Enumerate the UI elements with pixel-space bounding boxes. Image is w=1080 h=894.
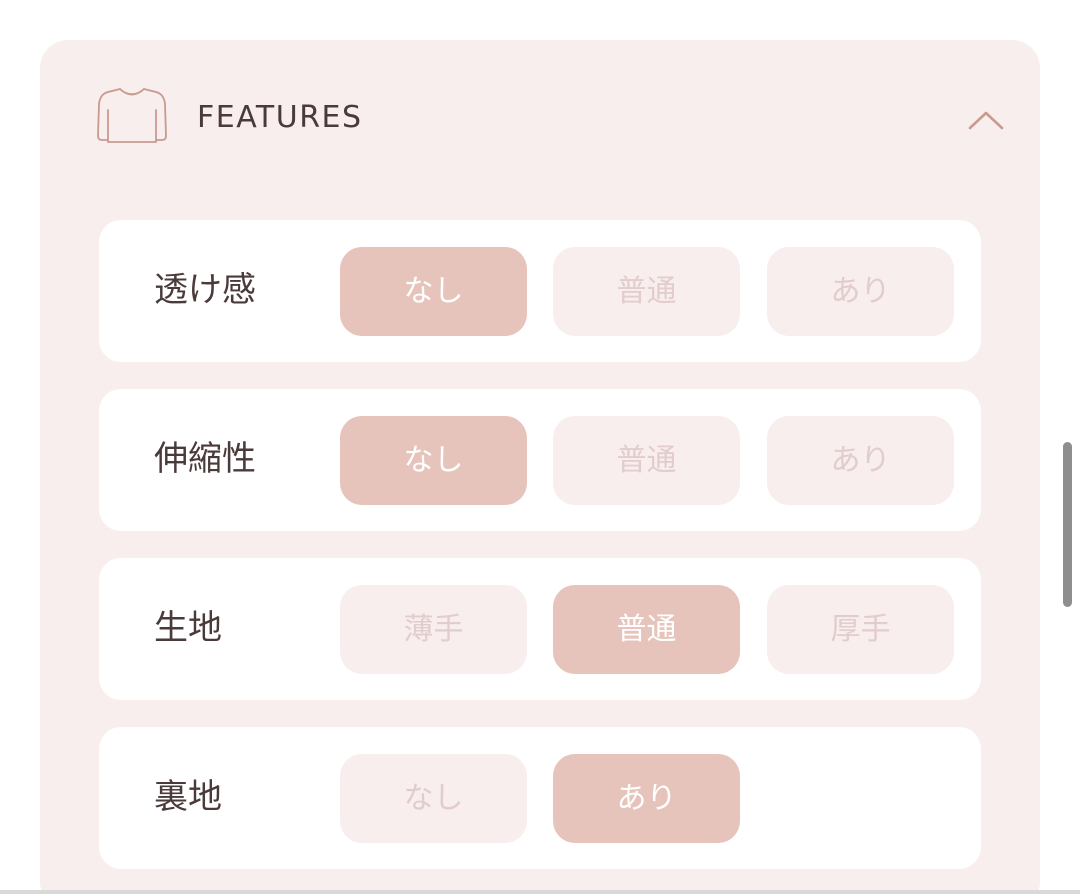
option-button[interactable]: なし xyxy=(340,416,527,505)
option-button[interactable]: 薄手 xyxy=(340,585,527,674)
row-label: 伸縮性 xyxy=(154,439,256,479)
feature-row-stretch: 伸縮性 なし 普通 あり xyxy=(99,389,981,531)
row-label: 透け感 xyxy=(154,270,256,310)
features-header[interactable]: FEATURES xyxy=(40,40,1040,210)
option-button[interactable]: なし xyxy=(340,754,527,843)
option-button[interactable]: あり xyxy=(767,416,954,505)
page: FEATURES 透け感 なし 普通 あり 伸縮性 なし 普通 あり 生地 薄手… xyxy=(0,0,1080,894)
option-button[interactable]: あり xyxy=(767,247,954,336)
option-button[interactable]: 普通 xyxy=(553,416,740,505)
option-button[interactable]: 普通 xyxy=(553,585,740,674)
feature-row-transparency: 透け感 なし 普通 あり xyxy=(99,220,981,362)
sweater-icon xyxy=(97,88,167,143)
feature-row-fabric: 生地 薄手 普通 厚手 xyxy=(99,558,981,700)
features-card: FEATURES 透け感 なし 普通 あり 伸縮性 なし 普通 あり 生地 薄手… xyxy=(40,40,1040,894)
chevron-up-icon[interactable] xyxy=(964,102,1008,138)
row-label: 裏地 xyxy=(154,777,222,817)
option-button[interactable]: あり xyxy=(553,754,740,843)
option-button[interactable]: なし xyxy=(340,247,527,336)
divider xyxy=(0,890,1080,894)
row-label: 生地 xyxy=(154,608,222,648)
option-button[interactable]: 厚手 xyxy=(767,585,954,674)
feature-row-lining: 裏地 なし あり xyxy=(99,727,981,869)
section-title: FEATURES xyxy=(197,100,363,135)
scrollbar[interactable] xyxy=(1063,442,1072,607)
option-button[interactable]: 普通 xyxy=(553,247,740,336)
